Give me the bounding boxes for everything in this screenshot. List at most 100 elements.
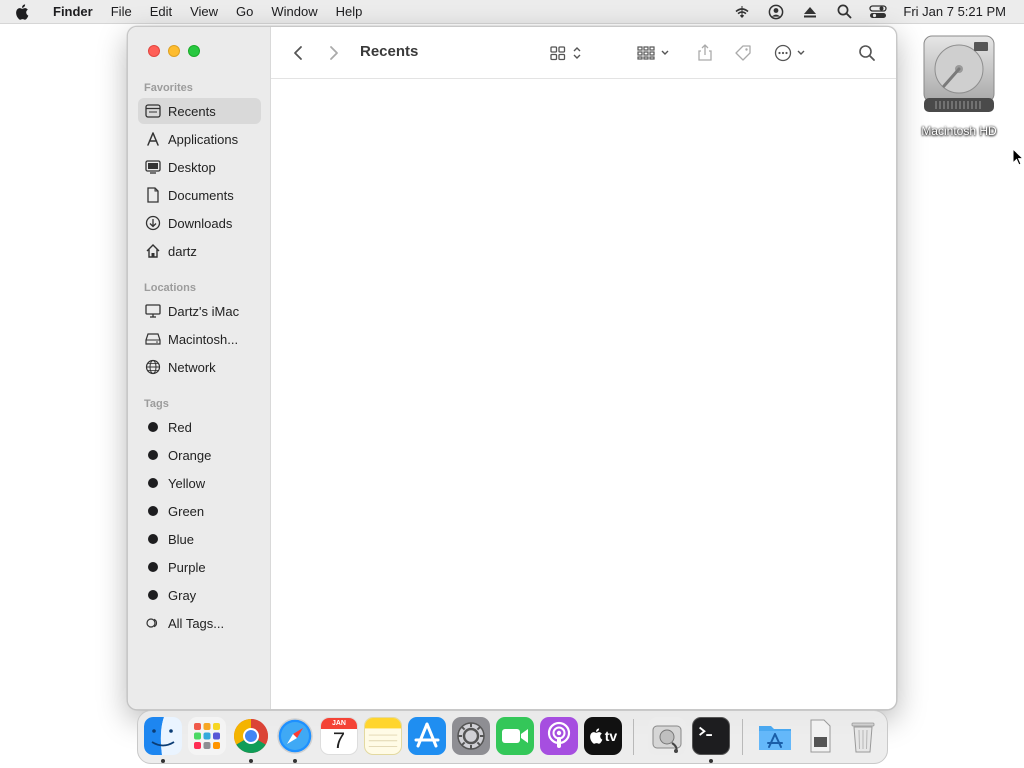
- calendar-day: 7: [332, 728, 346, 753]
- dock-running-indicator: [249, 759, 253, 763]
- sidebar-item-imac[interactable]: Dartz's iMac: [138, 298, 261, 324]
- sidebar-item-label: All Tags...: [168, 615, 225, 631]
- sidebar-item-downloads[interactable]: Downloads: [138, 210, 261, 236]
- desktop-icon-label: Macintosh HD: [921, 124, 997, 138]
- sidebar-item-label: Desktop: [168, 159, 216, 175]
- dock-app-terminal[interactable]: [692, 717, 730, 755]
- search-icon: [859, 45, 875, 61]
- mouse-pointer-icon: [1012, 147, 1024, 166]
- sidebar-tag-orange[interactable]: Orange: [138, 442, 261, 468]
- dock-running-indicator: [293, 759, 297, 763]
- menu-view[interactable]: View: [181, 0, 227, 24]
- menu-bar-clock[interactable]: Fri Jan 7 5:21 PM: [895, 4, 1006, 19]
- dock-app-apple-tv[interactable]: tv: [584, 717, 622, 755]
- tag-dot-icon: [148, 422, 158, 432]
- sidebar-item-applications[interactable]: Applications: [138, 126, 261, 152]
- menu-app-finder[interactable]: Finder: [44, 0, 102, 24]
- sidebar-item-desktop[interactable]: Desktop: [138, 154, 261, 180]
- dock-app-app-store[interactable]: [408, 717, 446, 755]
- dock-app-system-preferences[interactable]: [452, 717, 490, 755]
- sidebar-item-home[interactable]: dartz: [138, 238, 261, 264]
- dock-running-indicator: [709, 759, 713, 763]
- tag-dot-icon: [148, 590, 158, 600]
- sidebar-tag-red[interactable]: Red: [138, 414, 261, 440]
- spotlight-search-icon[interactable]: [827, 0, 861, 24]
- desktop-icon: [138, 160, 168, 174]
- menu-go[interactable]: Go: [227, 0, 262, 24]
- sidebar-item-label: Gray: [168, 587, 197, 603]
- back-button[interactable]: [287, 40, 309, 66]
- zoom-window-button[interactable]: [188, 45, 200, 57]
- window-title: Recents: [360, 43, 419, 60]
- window-controls: [148, 45, 200, 57]
- menu-file[interactable]: File: [102, 0, 141, 24]
- dock-downloads-stack[interactable]: [800, 717, 838, 755]
- desktop-icon-macintosh-hd[interactable]: Macintosh HD: [906, 34, 1012, 138]
- share-icon: [698, 44, 712, 61]
- group-button[interactable]: [635, 40, 675, 66]
- share-button[interactable]: [693, 40, 717, 66]
- dock-app-launchpad[interactable]: [188, 717, 226, 755]
- hard-drive-icon: [922, 34, 996, 114]
- status-area: Fri Jan 7 5:21 PM: [725, 0, 1024, 24]
- tag-dot-icon: [148, 562, 158, 572]
- apple-menu-icon[interactable]: [0, 3, 44, 20]
- menu-window[interactable]: Window: [262, 0, 326, 24]
- sidebar-item-documents[interactable]: Documents: [138, 182, 261, 208]
- imac-icon: [138, 304, 168, 318]
- dock-running-indicator: [161, 759, 165, 763]
- sidebar-item-label: Red: [168, 419, 192, 435]
- sidebar-item-label: Purple: [168, 559, 206, 575]
- tag-icon: [735, 45, 751, 61]
- user-account-icon[interactable]: [759, 0, 793, 24]
- apple-tv-label: tv: [604, 728, 618, 744]
- sidebar-tag-blue[interactable]: Blue: [138, 526, 261, 552]
- dock-applications-folder[interactable]: [756, 717, 794, 755]
- sidebar-tag-gray[interactable]: Gray: [138, 582, 261, 608]
- eject-icon[interactable]: [793, 0, 827, 24]
- sidebar-tag-purple[interactable]: Purple: [138, 554, 261, 580]
- sidebar-item-recents[interactable]: Recents: [138, 98, 261, 124]
- file-list-area[interactable]: [271, 79, 896, 709]
- dock-app-safari[interactable]: [276, 717, 314, 755]
- dock-app-calendar[interactable]: JAN 7: [320, 717, 358, 755]
- dock-app-disk-utility[interactable]: [648, 717, 686, 755]
- forward-button[interactable]: [323, 40, 345, 66]
- tag-dot-icon: [148, 534, 158, 544]
- tag-dot-icon: [148, 450, 158, 460]
- finder-window: Favorites Recents Applications Desktop D…: [127, 26, 897, 710]
- sidebar-item-label: Downloads: [168, 215, 233, 231]
- search-button[interactable]: [855, 40, 879, 66]
- sidebar-item-label: Green: [168, 503, 205, 519]
- sidebar-item-network[interactable]: Network: [138, 354, 261, 380]
- sidebar-all-tags[interactable]: All Tags...: [138, 610, 261, 636]
- tag-dot-icon: [148, 478, 158, 488]
- menu-help[interactable]: Help: [327, 0, 372, 24]
- forward-icon: [330, 46, 338, 60]
- dock-separator: [633, 719, 634, 755]
- dock-trash[interactable]: [844, 717, 882, 755]
- dock-app-podcasts[interactable]: [540, 717, 578, 755]
- minimize-window-button[interactable]: [168, 45, 180, 57]
- sidebar-tag-yellow[interactable]: Yellow: [138, 470, 261, 496]
- dock-app-facetime[interactable]: [496, 717, 534, 755]
- group-icon: [637, 46, 669, 60]
- more-actions-button[interactable]: [773, 40, 811, 66]
- sidebar-item-label: Network: [168, 359, 216, 375]
- sidebar: Favorites Recents Applications Desktop D…: [128, 27, 271, 709]
- wifi-icon[interactable]: [725, 0, 759, 24]
- dock-app-finder[interactable]: [144, 717, 182, 755]
- sidebar-tag-green[interactable]: Green: [138, 498, 261, 524]
- sidebar-item-label: Documents: [168, 187, 234, 203]
- close-window-button[interactable]: [148, 45, 160, 57]
- view-mode-button[interactable]: [547, 40, 587, 66]
- control-center-icon[interactable]: [861, 0, 895, 24]
- dock-app-notes[interactable]: [364, 717, 402, 755]
- menu-edit[interactable]: Edit: [141, 0, 181, 24]
- dock-app-chrome[interactable]: [232, 717, 270, 755]
- clock-icon: [138, 104, 168, 118]
- dock-separator: [742, 719, 743, 755]
- tag-button[interactable]: [731, 40, 755, 66]
- sidebar-item-macintosh-hd[interactable]: Macintosh...: [138, 326, 261, 352]
- document-icon: [138, 187, 168, 203]
